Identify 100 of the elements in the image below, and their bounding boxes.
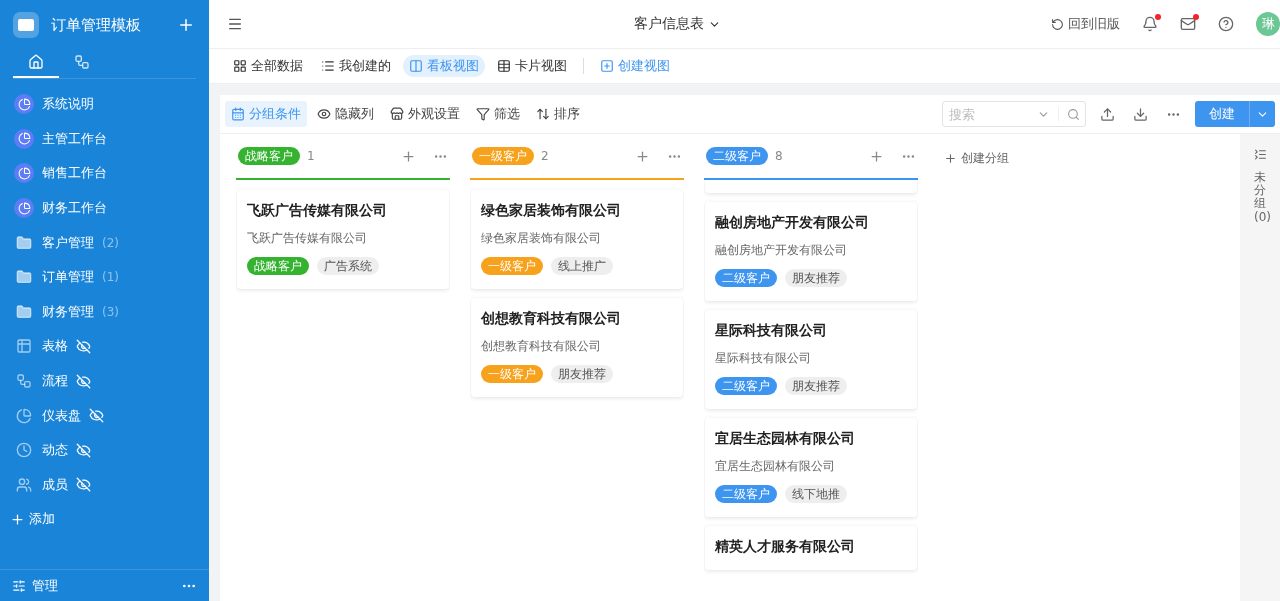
sidebar-item[interactable]: 订单管理 (1) — [0, 259, 209, 295]
create-button[interactable]: 创建 — [1195, 101, 1249, 127]
group-tag: 战略客户 — [238, 147, 300, 165]
sidebar-item[interactable]: 成员 — [0, 467, 209, 503]
sort-icon — [536, 107, 550, 121]
old-version-button[interactable]: 回到旧版 — [1051, 15, 1120, 33]
group-count: 2 — [541, 149, 550, 163]
card-title: 飞跃广告传媒有限公司 — [247, 202, 388, 220]
toolbar-button[interactable]: 外观设置 — [384, 101, 466, 127]
download-icon[interactable] — [1133, 106, 1148, 122]
dashboard-icon — [14, 198, 34, 219]
add-icon[interactable] — [635, 148, 650, 164]
add-group-button[interactable]: 创建分组 — [938, 148, 1015, 168]
level-tag: 战略客户 — [247, 257, 309, 275]
create-dropdown-button[interactable] — [1249, 101, 1275, 127]
sidebar-item[interactable]: 财务管理 (3) — [0, 294, 209, 330]
plus-icon — [10, 511, 25, 527]
view-tab[interactable]: 全部数据 — [227, 55, 309, 77]
card-title: 创想教育科技有限公司 — [481, 310, 622, 328]
help-icon[interactable] — [1218, 16, 1234, 32]
level-tag: 二级客户 — [715, 485, 777, 503]
record-card[interactable]: 融创房地产开发有限公司 融创房地产开发有限公司 二级客户 朋友推荐 — [705, 202, 917, 301]
list-icon — [321, 59, 335, 73]
create-view-button[interactable]: 创建视图 — [594, 55, 676, 77]
card-subtitle: 绿色家居装饰有限公司 — [481, 230, 602, 247]
bell-icon[interactable] — [1142, 16, 1158, 32]
source-tag: 朋友推荐 — [785, 377, 847, 395]
card-title: 融创房地产开发有限公司 — [715, 214, 870, 232]
pie-chart-icon — [16, 407, 32, 424]
app-title: 订单管理模板 — [51, 15, 142, 35]
toolbar-button[interactable]: 分组条件 — [225, 101, 307, 127]
plus-icon — [600, 59, 614, 73]
add-icon[interactable] — [177, 16, 195, 34]
card-subtitle: 飞跃广告传媒有限公司 — [247, 230, 368, 247]
group-tag: 一级客户 — [472, 147, 534, 165]
sidebar-item[interactable]: 动态 — [0, 432, 209, 468]
menu-icon[interactable] — [227, 16, 243, 32]
eye-icon — [317, 107, 331, 121]
group-icon — [231, 107, 245, 121]
users-icon — [16, 476, 32, 493]
source-tag: 朋友推荐 — [785, 269, 847, 287]
toolbar-button[interactable]: 排序 — [530, 101, 586, 127]
group-count: 8 — [775, 149, 784, 163]
level-tag: 二级客户 — [715, 269, 777, 287]
sidebar-item[interactable]: 系统说明 — [0, 87, 209, 122]
group-tag: 二级客户 — [706, 147, 768, 165]
source-tag: 广告系统 — [317, 257, 379, 275]
clock-icon — [16, 442, 32, 459]
sidebar-item[interactable]: 表格 — [0, 329, 209, 364]
search-icon[interactable] — [1067, 107, 1080, 121]
table-title[interactable]: 客户信息表 — [243, 15, 1051, 33]
toolbar-button[interactable]: 隐藏列 — [311, 101, 380, 127]
view-tab[interactable]: 我创建的 — [315, 55, 397, 77]
view-tab[interactable]: 看板视图 — [403, 55, 485, 77]
dashboard-icon — [14, 94, 34, 115]
collapse-icon[interactable] — [1253, 148, 1267, 161]
record-card[interactable]: 绿色家居装饰有限公司 绿色家居装饰有限公司 一级客户 线上推广 — [471, 190, 683, 289]
card-title: 星际科技有限公司 — [715, 322, 828, 340]
manage-label[interactable]: 管理 — [32, 576, 175, 595]
sidebar-item[interactable]: 仪表盘 — [0, 398, 209, 433]
level-tag: 一级客户 — [481, 257, 543, 275]
record-card[interactable]: 飞跃广告传媒有限公司 飞跃广告传媒有限公司 战略客户 广告系统 — [237, 190, 449, 289]
add-icon[interactable] — [869, 148, 884, 164]
record-card[interactable]: 宜居生态园林有限公司 宜居生态园林有限公司 二级客户 线下地推 — [705, 418, 917, 517]
upload-icon[interactable] — [1100, 106, 1115, 122]
dashboard-icon — [14, 128, 34, 149]
record-card[interactable]: 创想教育科技有限公司 创想教育科技有限公司 一级客户 朋友推荐 — [471, 298, 683, 397]
item-count: (3) — [102, 304, 119, 319]
appearance-icon — [390, 107, 404, 121]
plus-icon — [944, 151, 957, 165]
card-subtitle: 创想教育科技有限公司 — [481, 338, 602, 355]
sidebar-item[interactable]: 销售工作台 — [0, 156, 209, 191]
sidebar-item[interactable]: 流程 — [0, 363, 209, 399]
filter-icon — [476, 107, 490, 121]
card-grid-icon — [497, 59, 511, 73]
search-field[interactable]: 搜索 — [942, 101, 1086, 127]
avatar[interactable]: 琳 — [1256, 12, 1280, 36]
app-logo-icon — [13, 12, 39, 38]
flow-icon — [16, 373, 32, 390]
flow-icon — [74, 54, 90, 70]
view-tab[interactable]: 卡片视图 — [491, 55, 573, 77]
card-subtitle: 宜居生态园林有限公司 — [715, 458, 836, 475]
group-count: 1 — [307, 149, 316, 163]
home-icon — [28, 54, 44, 70]
sidebar-item[interactable]: 财务工作台 — [0, 190, 209, 226]
inbox-icon[interactable] — [1180, 16, 1196, 32]
sliders-icon — [12, 578, 26, 593]
sidebar-item[interactable]: 主管工作台 — [0, 121, 209, 157]
card-title: 精英人才服务有限公司 — [715, 538, 856, 556]
add-link[interactable]: 添加 — [0, 502, 209, 537]
record-card[interactable]: 精英人才服务有限公司 — [705, 526, 917, 570]
record-card[interactable]: 星际科技有限公司 星际科技有限公司 二级客户 朋友推荐 — [705, 310, 917, 409]
toolbar-button[interactable]: 筛选 — [470, 101, 526, 127]
sidebar-item[interactable]: 客户管理 (2) — [0, 225, 209, 260]
source-tag: 朋友推荐 — [551, 365, 613, 383]
source-tag: 线上推广 — [551, 257, 613, 275]
folder-icon — [16, 234, 32, 251]
add-icon[interactable] — [401, 148, 416, 164]
table-icon — [16, 338, 32, 355]
card-subtitle: 星际科技有限公司 — [715, 350, 812, 367]
